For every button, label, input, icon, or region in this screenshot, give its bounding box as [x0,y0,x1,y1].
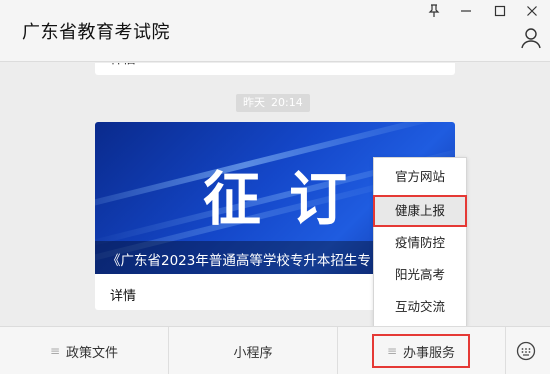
article-caption: 《广东省2023年普通高等学校专升本招生专 [107,253,371,269]
menu-lines-icon: ≡ [49,344,61,358]
tab-mini-program-label: 小程序 [233,345,273,361]
keyboard-icon[interactable] [516,341,536,361]
timestamp-time: 20:14 [271,96,303,109]
title-bar: 广东省教育考试院 [0,0,550,62]
minimize-icon[interactable] [450,0,482,22]
tab-policy-files-label: 政策文件 [66,345,119,361]
timestamp-day: 昨天 [243,96,265,109]
bottom-menu-bar: ≡ 政策文件 小程序 ≡ 办事服务 [0,326,550,374]
previous-article-card[interactable]: 详情 › [95,63,455,75]
chevron-right-icon: › [436,63,441,67]
close-icon[interactable] [516,0,548,22]
tab-services[interactable]: ≡ 办事服务 [372,334,470,368]
tab-policy-files[interactable]: ≡ 政策文件 [0,327,168,374]
menu-item-interaction[interactable]: 互动交流 [374,292,466,322]
pin-icon[interactable] [418,0,450,22]
tab-services-label: 办事服务 [403,345,456,361]
service-menu: 官方网站 健康上报 疫情防控 阳光高考 互动交流 [373,157,467,327]
chat-area: 详情 › 昨天 20:14 征订 《广东省2023年普通高等学校专升本招生专 详… [0,63,550,326]
menu-item-official-site[interactable]: 官方网站 [374,162,466,192]
menu-item-sunshine-gaokao[interactable]: 阳光高考 [374,260,466,290]
window-title: 广东省教育考试院 [22,22,170,43]
banner-headline: 征订 [203,165,376,233]
menu-item-health-report[interactable]: 健康上报 [373,195,467,227]
menu-lines-icon: ≡ [386,344,398,358]
maximize-icon[interactable] [484,0,516,22]
user-icon[interactable] [520,27,542,49]
timestamp: 昨天 20:14 [236,94,310,112]
tab-mini-program[interactable]: 小程序 [169,327,337,374]
previous-detail-label: 详情 [110,63,137,72]
article-detail-label[interactable]: 详情 [110,285,136,304]
menu-item-epidemic-control[interactable]: 疫情防控 [374,228,466,258]
